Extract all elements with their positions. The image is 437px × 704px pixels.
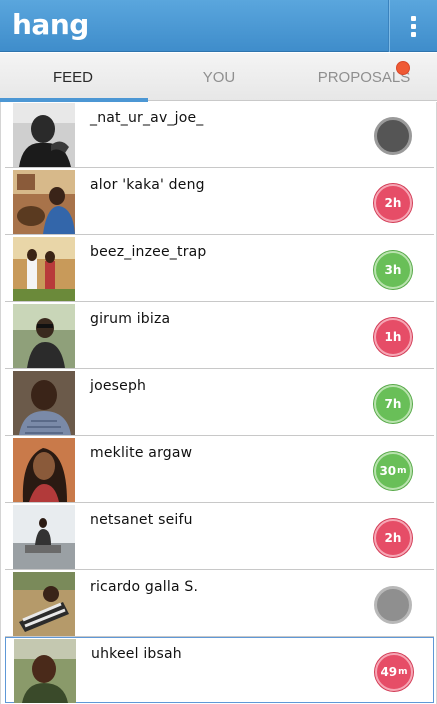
contact-name: girum ibiza <box>90 311 171 327</box>
status-time: 7h <box>384 397 402 411</box>
list-item[interactable]: alor 'kaka' deng 2h <box>5 169 434 235</box>
list-item[interactable]: ricardo galla S. <box>5 571 434 637</box>
friend-feed-list: _nat_ur_av_joe_ alor 'kaka' deng 2h beez… <box>0 102 437 704</box>
contact-name: meklite argaw <box>90 445 193 461</box>
status-indicator[interactable]: 7h <box>374 385 412 423</box>
status-indicator[interactable]: 1h <box>374 318 412 356</box>
status-unit: m <box>397 466 407 476</box>
status-indicator[interactable] <box>374 586 412 624</box>
list-item[interactable]: girum ibiza 1h <box>5 303 434 369</box>
status-indicator[interactable]: 3h <box>374 251 412 289</box>
list-item[interactable]: netsanet seifu 2h <box>5 504 434 570</box>
avatar <box>13 438 75 502</box>
avatar <box>14 639 76 703</box>
list-item[interactable]: uhkeel ibsah 49 m <box>5 637 434 703</box>
status-time: 3h <box>384 263 402 277</box>
proposals-notification-badge <box>396 61 410 75</box>
status-time: 2h <box>384 531 402 545</box>
status-time: 2h <box>384 196 402 210</box>
tab-bar: FEED YOU PROPOSALS <box>0 53 437 102</box>
tab-proposals[interactable]: PROPOSALS <box>291 53 437 101</box>
contact-name: joeseph <box>90 378 147 394</box>
app-title: hang <box>12 8 89 41</box>
tab-feed[interactable]: FEED <box>0 53 146 101</box>
overflow-menu-icon[interactable] <box>397 10 429 42</box>
status-indicator[interactable]: 49 m <box>375 653 413 691</box>
contact-name: alor 'kaka' deng <box>90 177 205 193</box>
status-indicator[interactable]: 2h <box>374 519 412 557</box>
avatar <box>13 103 75 167</box>
contact-name: beez_inzee_trap <box>90 244 207 260</box>
tab-you[interactable]: YOU <box>146 53 292 101</box>
avatar <box>13 304 75 368</box>
avatar <box>13 371 75 435</box>
avatar <box>13 237 75 301</box>
list-item[interactable]: joeseph 7h <box>5 370 434 436</box>
avatar <box>13 572 75 636</box>
contact-name: ricardo galla S. <box>90 579 199 595</box>
contact-name: uhkeel ibsah <box>91 646 182 662</box>
list-item[interactable]: beez_inzee_trap 3h <box>5 236 434 302</box>
status-indicator[interactable] <box>374 117 412 155</box>
status-unit: m <box>398 667 408 677</box>
status-indicator[interactable]: 30 m <box>374 452 412 490</box>
status-time: 49 <box>380 665 398 679</box>
list-item[interactable]: _nat_ur_av_joe_ <box>5 102 434 168</box>
status-time: 1h <box>384 330 402 344</box>
list-item[interactable]: meklite argaw 30 m <box>5 437 434 503</box>
contact-name: _nat_ur_av_joe_ <box>90 110 204 126</box>
avatar <box>13 505 75 569</box>
avatar <box>13 170 75 234</box>
status-indicator[interactable]: 2h <box>374 184 412 222</box>
app-bar: hang <box>0 0 437 52</box>
status-time: 30 <box>379 464 397 478</box>
app-bar-divider <box>389 0 390 52</box>
contact-name: netsanet seifu <box>90 512 193 528</box>
